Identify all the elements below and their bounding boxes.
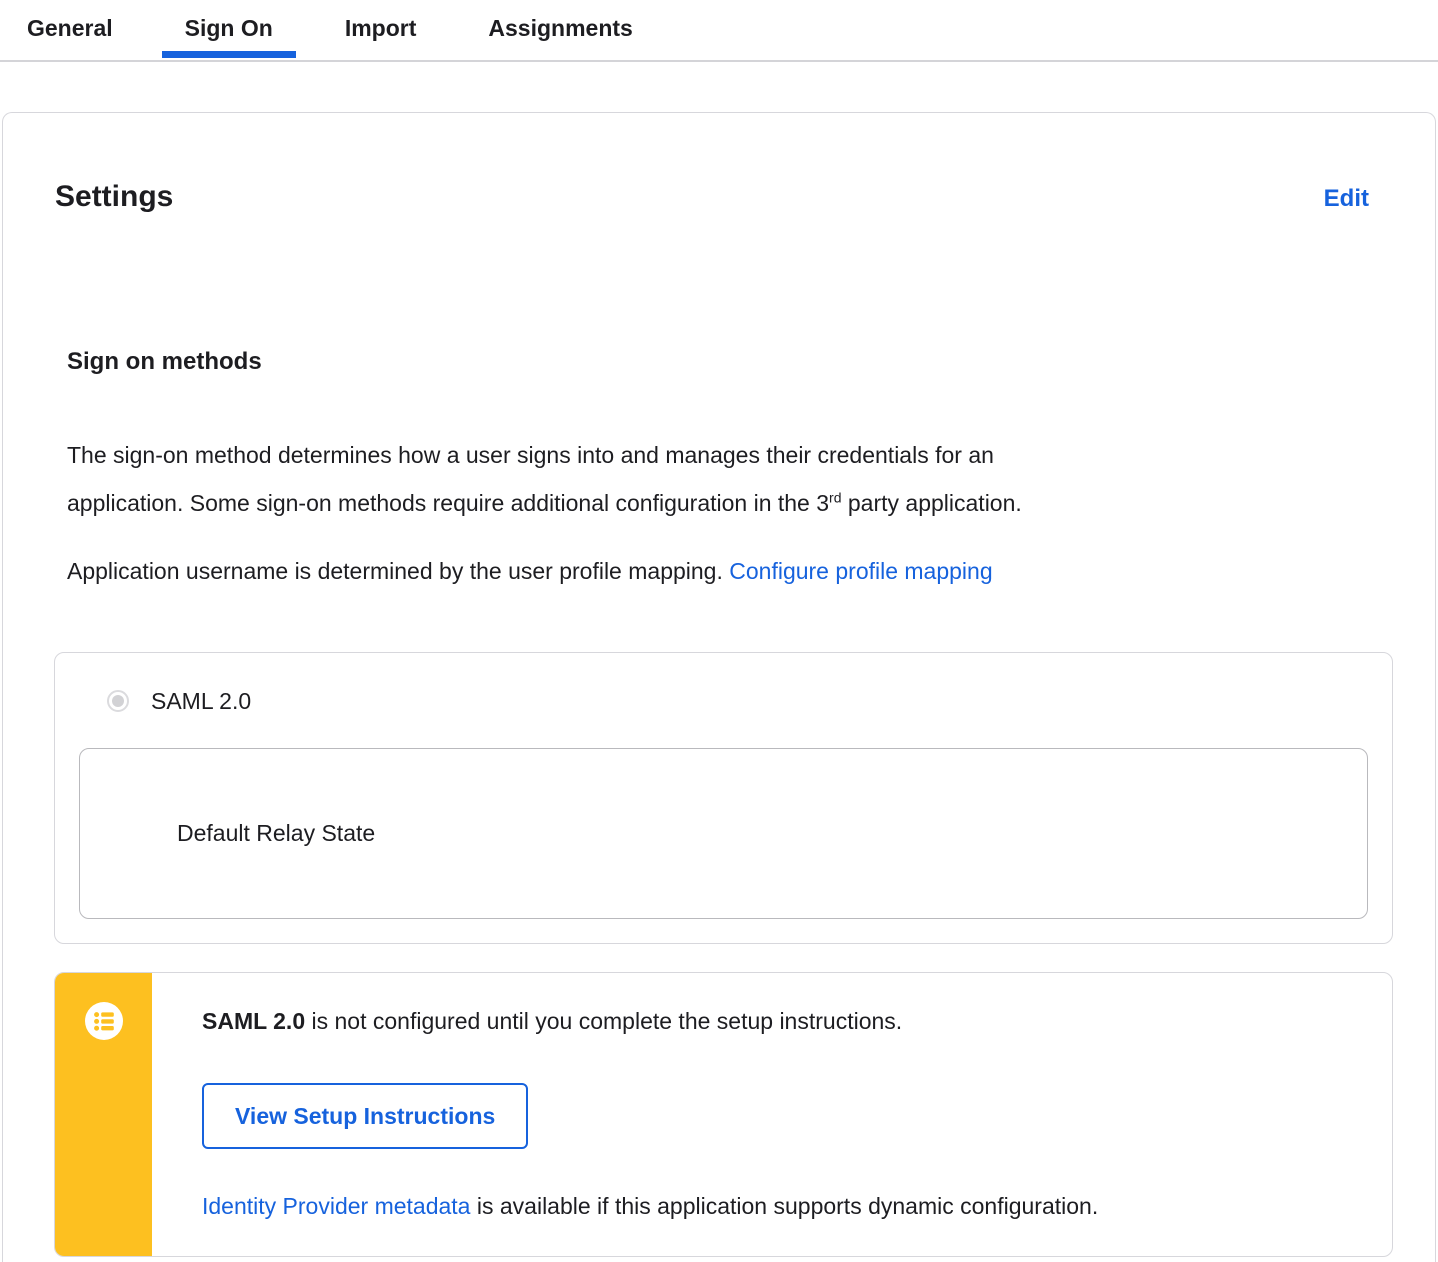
- description-line-2-text: application. Some sign-on methods requir…: [67, 490, 830, 517]
- tab-import[interactable]: Import: [345, 0, 417, 56]
- tab-sign-on[interactable]: Sign On: [161, 0, 297, 58]
- saml-radio-button[interactable]: [107, 690, 129, 713]
- metadata-line: Identity Provider metadata is available …: [202, 1191, 1352, 1222]
- view-setup-instructions-button[interactable]: View Setup Instructions: [202, 1083, 529, 1150]
- sign-on-methods-description: The sign-on method determines how a user…: [67, 431, 1357, 527]
- application-username-line: Application username is determined by th…: [67, 547, 1357, 595]
- configure-profile-mapping-link[interactable]: Configure profile mapping: [729, 558, 992, 584]
- edit-link[interactable]: Edit: [1324, 185, 1369, 213]
- callout-message-text: is not configured until you complete the…: [305, 1008, 903, 1035]
- description-line-2: application. Some sign-on methods requir…: [67, 479, 1357, 527]
- list-icon: [84, 1001, 124, 1046]
- settings-title: Settings: [55, 180, 174, 214]
- settings-card-body: Sign on methods The sign-on method deter…: [3, 347, 1435, 1258]
- ordinal-superscript: rd: [829, 489, 842, 506]
- callout-warning-bar: [55, 973, 152, 1257]
- default-relay-state-label: Default Relay State: [177, 820, 376, 847]
- settings-card-header: Settings Edit: [3, 113, 1435, 235]
- default-relay-state-field: Default Relay State: [79, 748, 1368, 920]
- tab-general[interactable]: General: [27, 0, 113, 56]
- application-username-text: Application username is determined by th…: [67, 558, 730, 585]
- description-line-2-tail: party application.: [841, 490, 1022, 517]
- saml-method-box: SAML 2.0 Default Relay State: [54, 652, 1393, 945]
- settings-card: Settings Edit Sign on methods The sign-o…: [2, 112, 1436, 1262]
- saml-radio-row: SAML 2.0: [79, 685, 1368, 717]
- description-line-1: The sign-on method determines how a user…: [67, 442, 994, 469]
- identity-provider-metadata-link[interactable]: Identity Provider metadata: [202, 1193, 470, 1219]
- app-tabbar: General Sign On Import Assignments: [0, 0, 1438, 62]
- saml-setup-callout: SAML 2.0 is not configured until you com…: [54, 972, 1393, 1258]
- callout-message-bold: SAML 2.0: [202, 1008, 306, 1035]
- metadata-line-text: is available if this application support…: [470, 1193, 1099, 1220]
- tab-assignments[interactable]: Assignments: [488, 0, 632, 56]
- sign-on-methods-heading: Sign on methods: [67, 348, 262, 376]
- callout-content: SAML 2.0 is not configured until you com…: [152, 973, 1392, 1256]
- saml-radio-label: SAML 2.0: [151, 688, 252, 715]
- callout-message: SAML 2.0 is not configured until you com…: [202, 1006, 1352, 1037]
